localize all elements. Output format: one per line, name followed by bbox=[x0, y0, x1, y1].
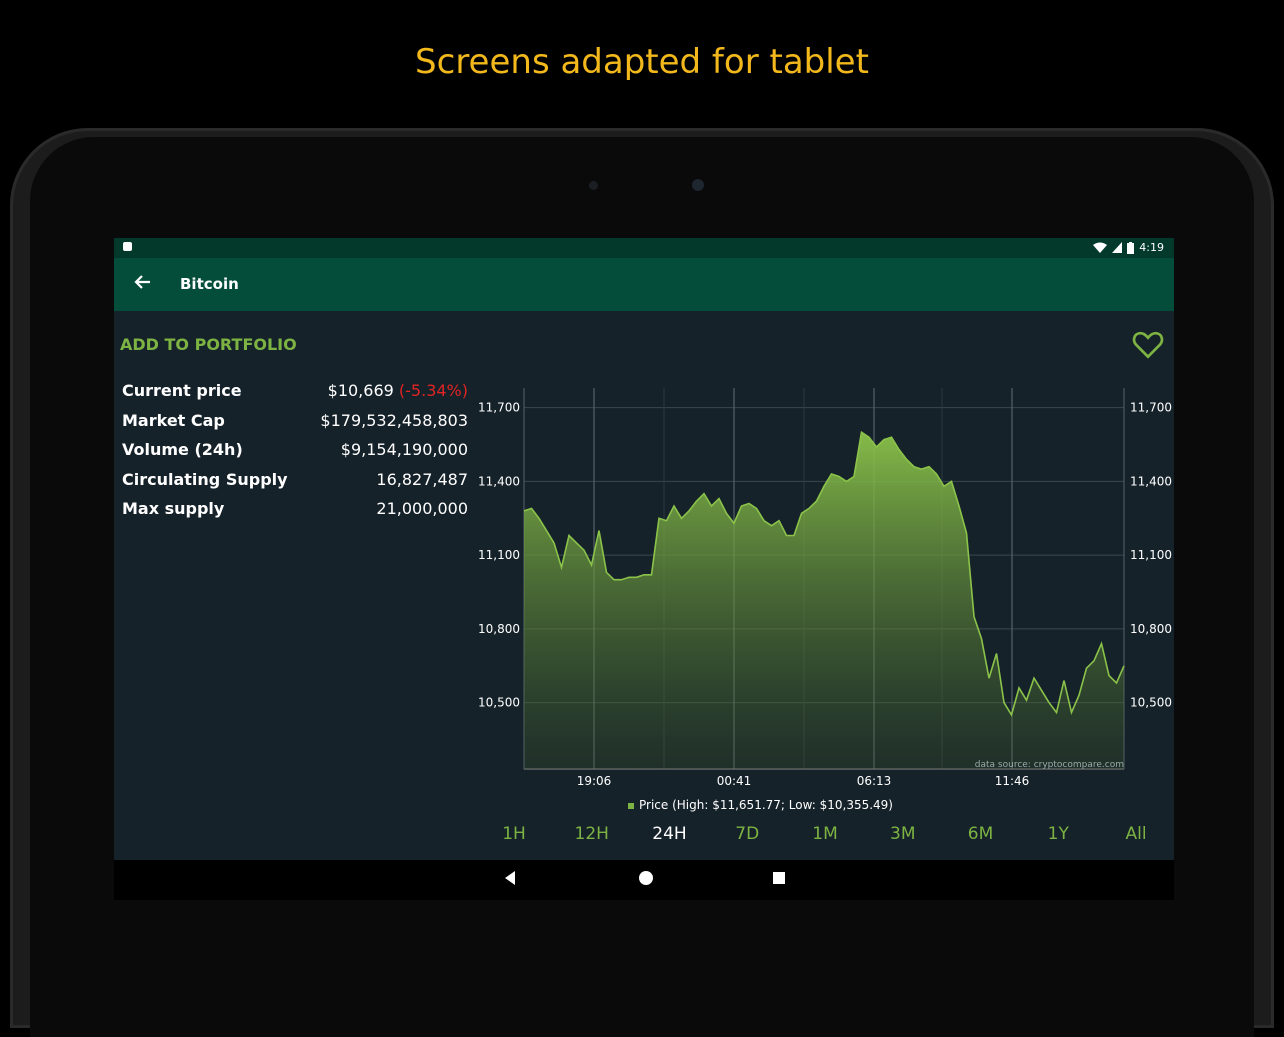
coin-stats: Current price $10,669 (-5.34%) Market Ca… bbox=[122, 381, 468, 529]
notification-icon bbox=[123, 242, 132, 251]
y-tick-label-left: 11,400 bbox=[478, 474, 520, 488]
stat-value: 21,000,000 bbox=[376, 499, 468, 518]
y-tick-label-right: 11,400 bbox=[1130, 474, 1172, 488]
period-tab-1m[interactable]: 1M bbox=[812, 824, 837, 844]
front-camera bbox=[692, 179, 704, 191]
stat-row-volume: Volume (24h) $9,154,190,000 bbox=[122, 440, 468, 470]
price-chart[interactable]: 11,700 11,700 11,400 11,400 11,100 11,100 10,8… bbox=[474, 384, 1174, 824]
y-tick-label-right: 10,800 bbox=[1130, 622, 1172, 636]
legend-swatch bbox=[628, 803, 634, 809]
period-tab-24h[interactable]: 24H bbox=[652, 824, 686, 844]
app-bar: Bitcoin bbox=[114, 258, 1174, 311]
x-tick-label: 00:41 bbox=[717, 774, 752, 788]
cell-signal-icon bbox=[1112, 242, 1123, 253]
x-tick-label: 11:46 bbox=[995, 774, 1030, 788]
current-price-value: $10,669 bbox=[327, 381, 394, 400]
stat-value: 16,827,487 bbox=[376, 469, 468, 489]
x-tick-label: 06:13 bbox=[857, 774, 892, 788]
nav-recents-icon[interactable] bbox=[770, 868, 788, 892]
battery-icon bbox=[1127, 241, 1135, 254]
y-tick-label-left: 11,100 bbox=[478, 548, 520, 562]
stat-label: Volume (24h) bbox=[122, 440, 243, 459]
stat-row-circulating-supply: Circulating Supply 16,827,487 bbox=[122, 470, 468, 500]
period-tab-3m[interactable]: 3M bbox=[890, 824, 915, 844]
y-tick-label-left: 10,500 bbox=[478, 696, 520, 710]
sensor-dot bbox=[589, 181, 598, 190]
period-tab-7d[interactable]: 7D bbox=[735, 824, 759, 844]
stat-row-market-cap: Market Cap $179,532,458,803 bbox=[122, 411, 468, 441]
price-area bbox=[524, 432, 1124, 769]
x-tick-label: 19:06 bbox=[577, 774, 612, 788]
period-tab-1h[interactable]: 1H bbox=[502, 824, 526, 844]
y-tick-label-right: 11,700 bbox=[1130, 401, 1172, 415]
status-time: 4:19 bbox=[1139, 241, 1164, 254]
stat-row-max-supply: Max supply 21,000,000 bbox=[122, 499, 468, 529]
stat-row-current-price: Current price $10,669 (-5.34%) bbox=[122, 381, 468, 411]
stat-value: $179,532,458,803 bbox=[320, 410, 468, 430]
wifi-icon bbox=[1093, 242, 1108, 253]
stat-value: $10,669 (-5.34%) bbox=[328, 381, 468, 411]
period-tab-all[interactable]: All bbox=[1125, 824, 1146, 844]
period-selector: 1H 12H 24H 7D 1M 3M 6M 1Y All bbox=[488, 824, 1174, 854]
app-screen: 4:19 Bitcoin ADD TO PORTFOLIO Current pr… bbox=[114, 238, 1174, 900]
y-tick-label-left: 10,800 bbox=[478, 622, 520, 636]
y-tick-label-left: 11,700 bbox=[478, 401, 520, 415]
stat-label: Current price bbox=[122, 381, 242, 400]
add-to-portfolio-button[interactable]: ADD TO PORTFOLIO bbox=[120, 335, 297, 354]
nav-back-icon[interactable] bbox=[502, 868, 518, 892]
period-tab-12h[interactable]: 12H bbox=[575, 824, 609, 844]
back-arrow-icon[interactable] bbox=[134, 272, 152, 296]
period-tab-6m[interactable]: 6M bbox=[968, 824, 993, 844]
status-icons: 4:19 bbox=[1093, 241, 1164, 254]
android-nav-bar bbox=[114, 860, 1174, 900]
favorite-heart-icon[interactable] bbox=[1130, 326, 1166, 362]
price-change: (-5.34%) bbox=[398, 381, 468, 400]
stat-label: Max supply bbox=[122, 499, 225, 518]
page-title: Bitcoin bbox=[180, 275, 239, 293]
nav-home-icon[interactable] bbox=[636, 868, 656, 892]
stat-value: $9,154,190,000 bbox=[340, 440, 468, 459]
y-tick-label-right: 10,500 bbox=[1130, 696, 1172, 710]
stat-label: Market Cap bbox=[122, 410, 225, 430]
status-bar: 4:19 bbox=[114, 238, 1174, 258]
chart-legend: Price (High: $11,651.77; Low: $10,355.49… bbox=[639, 798, 893, 812]
promo-headline: Screens adapted for tablet bbox=[415, 42, 869, 82]
stat-label: Circulating Supply bbox=[122, 469, 288, 489]
y-tick-label-right: 11,100 bbox=[1130, 548, 1172, 562]
chart-source: data source: cryptocompare.com bbox=[975, 760, 1124, 770]
period-tab-1y[interactable]: 1Y bbox=[1048, 824, 1069, 844]
